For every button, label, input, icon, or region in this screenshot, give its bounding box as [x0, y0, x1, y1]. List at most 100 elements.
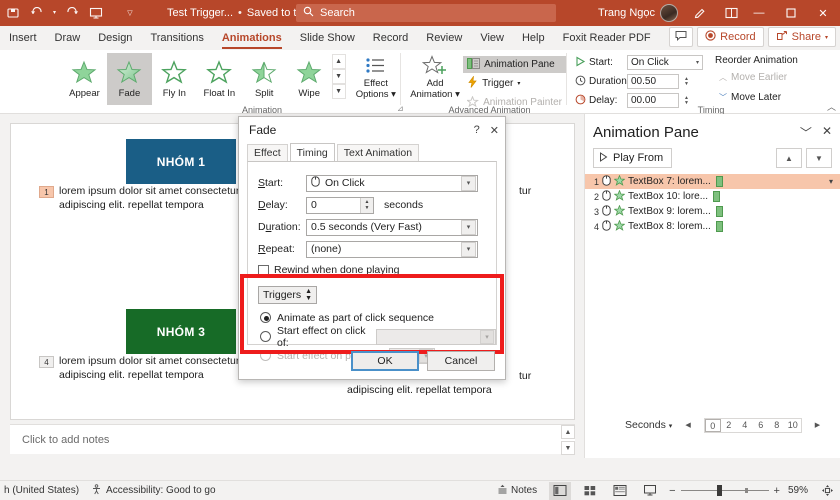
tab-transitions[interactable]: Transitions: [141, 26, 212, 50]
language-status[interactable]: h (United States): [4, 485, 79, 496]
dialog-radio-start-on-click[interactable]: Start effect on click of: ▾: [248, 325, 496, 349]
dialog-rewind-row[interactable]: Rewind when done playing: [248, 260, 496, 280]
start-on-click-combo[interactable]: ▾: [375, 328, 496, 345]
notes-scrollbar[interactable]: ▲ ▼: [561, 425, 575, 455]
effect-options-button[interactable]: Effect Options ▾: [352, 52, 400, 108]
cancel-button[interactable]: Cancel: [427, 351, 495, 371]
anim-tag-4[interactable]: 4: [39, 356, 54, 368]
close-icon[interactable]: ✕: [822, 124, 832, 141]
notes-pane[interactable]: Click to add notes ▲ ▼: [10, 424, 575, 455]
customize-qat-icon[interactable]: ▽: [119, 3, 141, 23]
dialog-delay-spinner[interactable]: ▲ ▼: [360, 197, 373, 213]
animation-list-item-4[interactable]: 4 TextBox 8: lorem...: [585, 219, 840, 234]
timing-start-combo[interactable]: On Click ▾: [627, 55, 703, 70]
notes-button[interactable]: Notes: [497, 484, 537, 498]
rewind-checkbox[interactable]: [258, 264, 269, 276]
add-animation-button[interactable]: Add Animation ▾: [407, 52, 463, 108]
minimize-button[interactable]: —: [744, 0, 774, 26]
zoom-slider[interactable]: − +: [669, 485, 780, 497]
zoom-out-button[interactable]: −: [669, 485, 675, 497]
chevron-down-icon[interactable]: ▾: [829, 177, 833, 186]
zoom-in-button[interactable]: +: [774, 485, 780, 497]
tab-record[interactable]: Record: [364, 26, 417, 50]
animation-list-item-1[interactable]: 1 TextBox 7: lorem... ▾: [585, 174, 840, 189]
move-later-button[interactable]: ﹀ Move Later: [715, 89, 798, 106]
move-down-icon[interactable]: ▼: [806, 148, 832, 168]
notes-scroll-up[interactable]: ▲: [561, 425, 575, 439]
radio-click-sequence[interactable]: [260, 312, 271, 323]
slide-sorter-view-button[interactable]: [579, 482, 601, 500]
autosave-icon[interactable]: [2, 3, 24, 23]
undo-icon[interactable]: [26, 3, 48, 23]
pen-icon[interactable]: [688, 3, 710, 23]
animation-list-item-2[interactable]: 2 TextBox 10: lore...: [585, 189, 840, 204]
tab-design[interactable]: Design: [89, 26, 141, 50]
redo-icon[interactable]: [61, 3, 83, 23]
comments-button[interactable]: [669, 27, 694, 47]
zoom-thumb[interactable]: [716, 485, 722, 496]
tab-view[interactable]: View: [471, 26, 513, 50]
animation-fade[interactable]: Fade: [106, 53, 152, 105]
animation-appear[interactable]: Appear: [62, 53, 107, 105]
advanced-animation-dialog-launcher[interactable]: ⊿: [397, 104, 404, 113]
radio-start-on-click[interactable]: [260, 331, 271, 342]
seconds-dropdown[interactable]: Seconds ▾: [625, 419, 672, 431]
chevron-down-icon[interactable]: ▾: [461, 219, 476, 235]
trigger-button[interactable]: Trigger ▾: [463, 75, 566, 92]
accessibility-status[interactable]: Accessibility: Good to go: [91, 483, 216, 498]
tab-draw[interactable]: Draw: [46, 26, 90, 50]
anim-tag-1[interactable]: 1: [39, 186, 54, 198]
close-icon[interactable]: ✕: [490, 124, 499, 137]
zoom-level[interactable]: 59%: [788, 485, 808, 496]
close-button[interactable]: ✕: [808, 0, 838, 26]
chevron-down-icon[interactable]: ﹀: [800, 124, 812, 141]
fit-slide-icon[interactable]: [816, 482, 838, 500]
dialog-start-combo[interactable]: On Click ▾: [306, 174, 478, 192]
animation-pane-button[interactable]: Animation Pane: [463, 56, 566, 73]
tab-review[interactable]: Review: [417, 26, 471, 50]
move-up-icon[interactable]: ▲: [776, 148, 802, 168]
timeline-scroll-left[interactable]: ◀: [682, 421, 693, 429]
chevron-down-icon[interactable]: ▾: [461, 175, 476, 191]
help-icon[interactable]: ?: [474, 124, 480, 137]
chevron-down-icon[interactable]: ▾: [517, 80, 520, 87]
share-button[interactable]: Share ▾: [767, 27, 836, 47]
play-from-button[interactable]: Play From: [593, 148, 673, 168]
ribbon-display-options-icon[interactable]: [720, 3, 742, 23]
zoom-track[interactable]: [680, 485, 769, 496]
animation-split[interactable]: Split: [242, 53, 287, 105]
animation-list-item-3[interactable]: 3 TextBox 9: lorem...: [585, 204, 840, 219]
gallery-more-button[interactable]: ▼: [331, 84, 346, 99]
tab-slide-show[interactable]: Slide Show: [291, 26, 364, 50]
timing-duration-spinner[interactable]: ▲ ▼: [684, 76, 689, 87]
normal-view-button[interactable]: [549, 481, 572, 500]
gallery-scroll-down[interactable]: ▼: [331, 69, 346, 84]
search-box[interactable]: Search: [296, 4, 556, 22]
avatar[interactable]: [660, 4, 678, 22]
reading-view-button[interactable]: [609, 482, 631, 500]
record-button[interactable]: Record: [697, 27, 764, 47]
chevron-down-icon[interactable]: ▾: [461, 241, 476, 257]
shape-nhom-1[interactable]: NHÓM 1: [126, 139, 236, 184]
undo-dropdown-icon[interactable]: ▾: [50, 3, 59, 23]
timeline-scroll-right[interactable]: ▶: [812, 421, 823, 429]
dialog-tab-effect[interactable]: Effect: [247, 144, 288, 161]
start-presentation-icon[interactable]: [85, 3, 107, 23]
chevron-down-icon[interactable]: ▾: [696, 59, 699, 66]
tab-foxit-reader-pdf[interactable]: Foxit Reader PDF: [554, 26, 660, 50]
animation-wipe[interactable]: Wipe: [287, 53, 332, 105]
dialog-repeat-combo[interactable]: (none) ▾: [306, 240, 478, 258]
animation-fly-in[interactable]: Fly In: [152, 53, 197, 105]
tab-help[interactable]: Help: [513, 26, 554, 50]
ok-button[interactable]: OK: [351, 351, 419, 371]
timing-duration-field[interactable]: 00.50: [627, 74, 679, 89]
chevron-down-icon[interactable]: ▾: [480, 329, 494, 344]
tab-animations[interactable]: Animations: [213, 26, 291, 50]
gallery-scroll-up[interactable]: ▲: [331, 54, 346, 69]
animation-float-in[interactable]: Float In: [197, 53, 242, 105]
collapse-ribbon-button[interactable]: ︿: [827, 100, 836, 113]
timing-delay-spinner[interactable]: ▲ ▼: [684, 95, 689, 106]
fade-effect-dialog[interactable]: Fade ? ✕ Effect Timing Text Animation SS…: [238, 116, 506, 380]
dialog-delay-field[interactable]: 0 ▲ ▼: [306, 196, 374, 214]
dialog-tab-timing[interactable]: Timing: [289, 143, 335, 161]
